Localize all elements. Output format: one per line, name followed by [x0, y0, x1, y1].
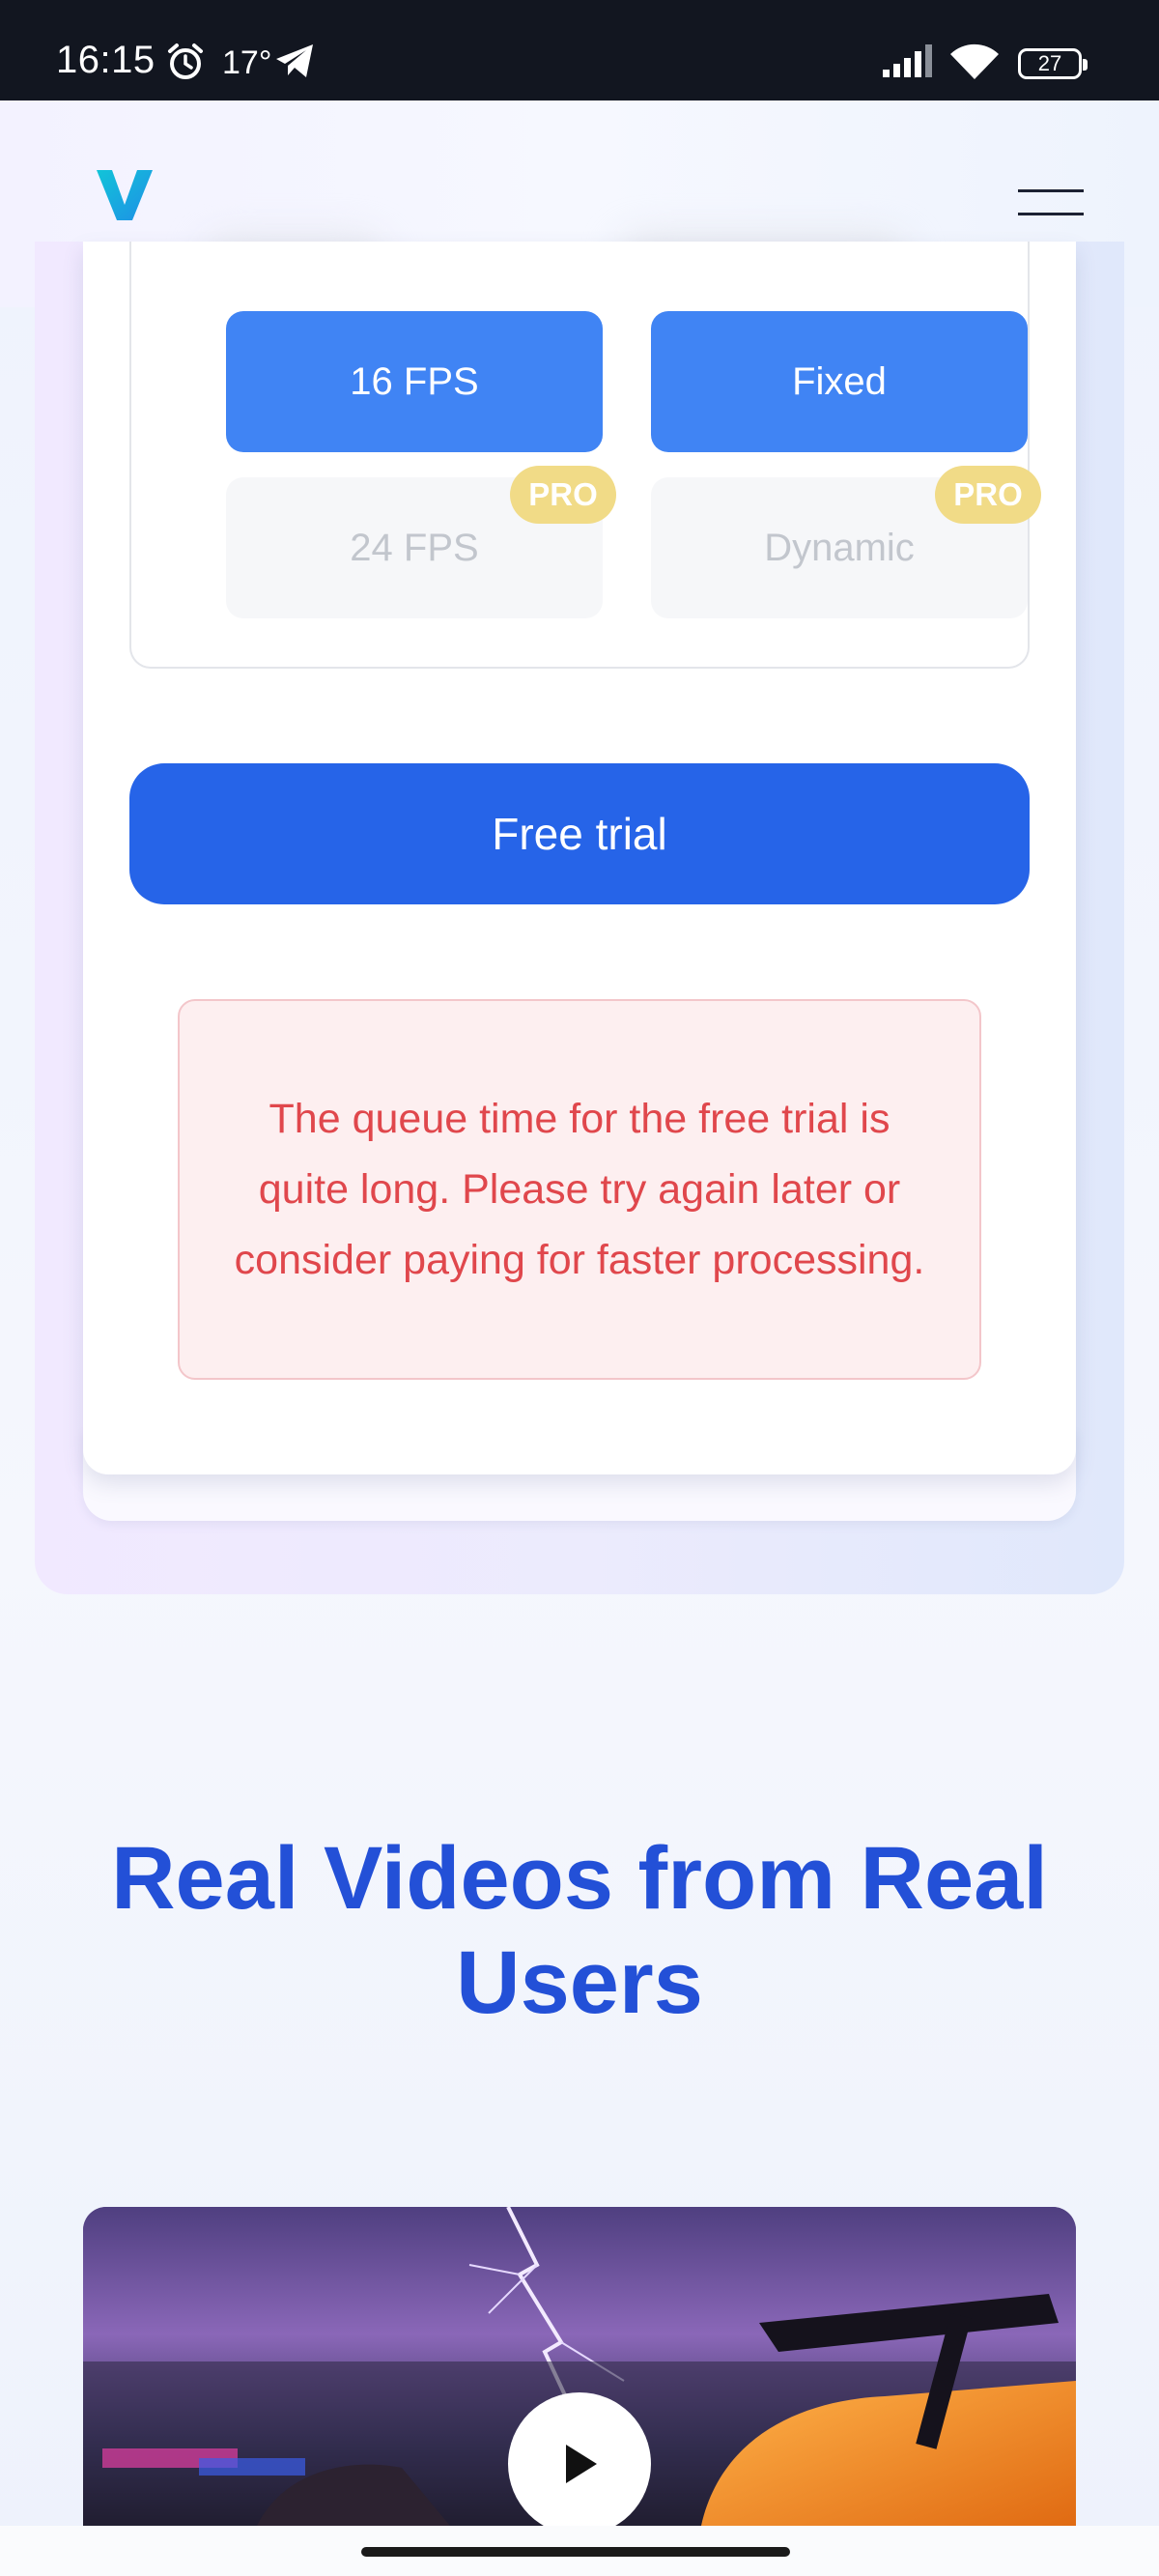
user-video-thumbnail[interactable]: [83, 2207, 1076, 2526]
free-trial-button[interactable]: Free trial: [129, 763, 1030, 904]
status-bar: 16:15 17° 27: [0, 0, 1159, 100]
section-title: Real Videos from Real Users: [111, 1829, 1048, 2032]
play-triangle-icon: [566, 2445, 597, 2483]
queue-notice-text: The queue time for the free trial is qui…: [234, 1095, 925, 1283]
generation-settings-card: 16 FPS Fixed 24 FPS Dynamic PRO PRO Free…: [83, 242, 1076, 1474]
alarm-icon: [168, 43, 203, 79]
option-16-fps[interactable]: 16 FPS: [226, 311, 603, 452]
pro-badge: PRO: [510, 466, 616, 524]
play-icon[interactable]: [508, 2392, 651, 2526]
wifi-icon: [950, 43, 999, 79]
signal-icon: [883, 44, 932, 77]
home-indicator[interactable]: [361, 2547, 790, 2557]
option-fixed[interactable]: Fixed: [651, 311, 1028, 452]
hamburger-menu-icon[interactable]: [1012, 184, 1088, 222]
battery-indicator: 27: [1018, 48, 1088, 79]
options-panel: 16 FPS Fixed 24 FPS Dynamic PRO PRO: [129, 242, 1041, 669]
app-screen: 16:15 17° 27 16 FPS Fixed 24 FPS Dynamic…: [0, 0, 1159, 2576]
queue-notice: The queue time for the free trial is qui…: [178, 999, 981, 1380]
status-temperature: 17°: [222, 44, 272, 81]
pro-badge: PRO: [935, 466, 1041, 524]
telegram-icon: [276, 44, 313, 77]
logo-v-icon[interactable]: [95, 168, 155, 222]
status-time: 16:15: [56, 39, 155, 81]
